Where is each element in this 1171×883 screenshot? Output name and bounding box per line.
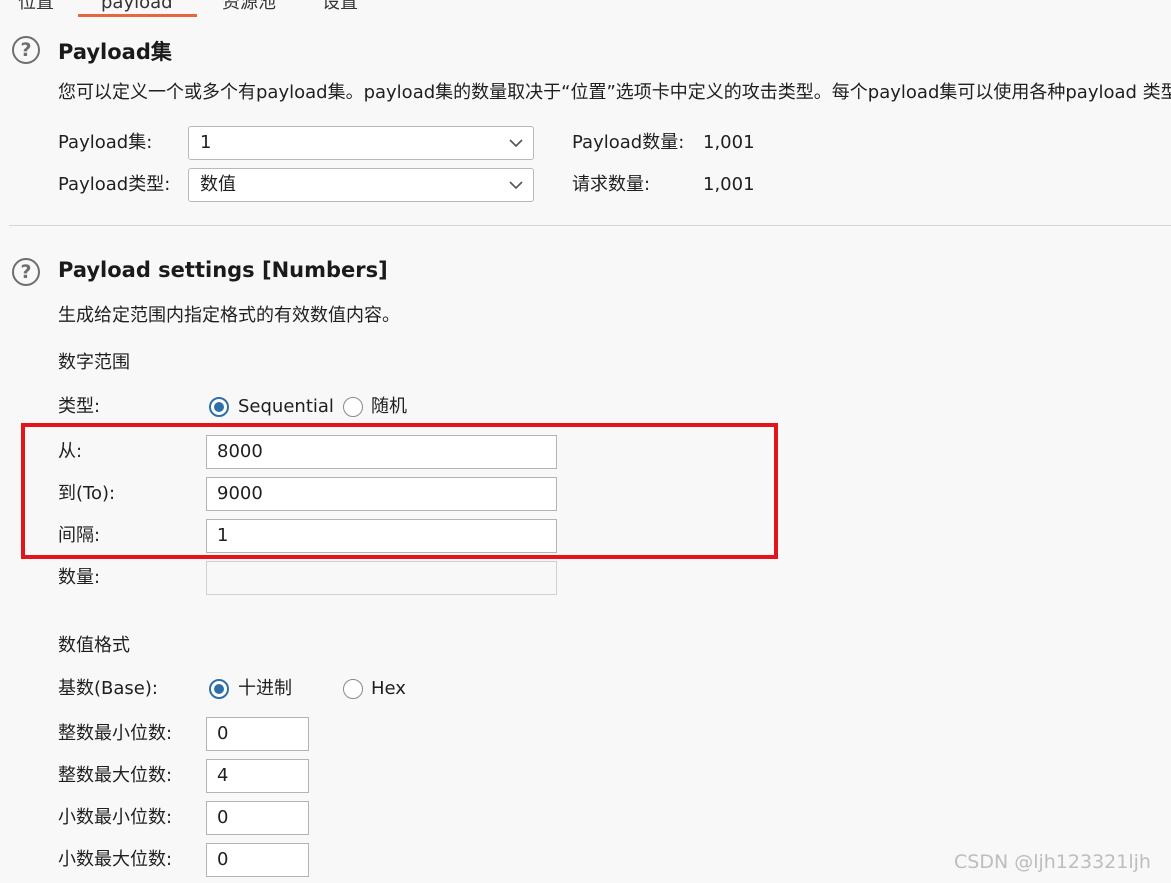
step-value: 1 (217, 525, 229, 546)
payload-type-value: 数值 (200, 174, 236, 195)
decimal-radio[interactable] (209, 679, 229, 699)
hex-radio[interactable] (343, 679, 363, 699)
step-input[interactable]: 1 (206, 519, 557, 553)
chevron-down-icon (509, 139, 523, 148)
min-fraction-digits-input[interactable]: 0 (206, 801, 309, 835)
payload-set-select[interactable]: 1 (188, 126, 534, 160)
sequential-radio-label[interactable]: Sequential (238, 395, 334, 419)
min-integer-digits-label: 整数最小位数: (58, 723, 173, 744)
payload-settings-title: Payload settings [Numbers] (58, 258, 388, 282)
help-icon[interactable]: ? (12, 258, 40, 286)
to-value: 9000 (217, 483, 263, 504)
payload-set-value: 1 (200, 132, 212, 153)
payload-count-label: Payload数量: (572, 132, 685, 153)
tab-settings[interactable]: 设置 (322, 0, 358, 16)
watermark: CSDN @ljh123321ljh (954, 851, 1151, 873)
section-divider (9, 225, 1171, 226)
payload-sets-title: Payload集 (58, 40, 172, 64)
payload-sets-description: 您可以定义一个或多个有payload集。payload集的数量取决于“位置”选项… (58, 82, 1171, 103)
max-fraction-digits-input[interactable]: 0 (206, 843, 309, 877)
payload-type-label: Payload类型: (58, 174, 171, 195)
min-fraction-digits-label: 小数最小位数: (58, 807, 173, 828)
tab-positions[interactable]: 位置 (18, 0, 54, 16)
payload-set-label: Payload集: (58, 132, 153, 153)
request-count-label: 请求数量: (572, 174, 651, 195)
chevron-down-icon (509, 181, 523, 190)
step-label: 间隔: (58, 525, 101, 546)
max-integer-digits-input[interactable]: 4 (206, 759, 309, 793)
sequential-radio[interactable] (209, 397, 229, 417)
max-integer-digits-value: 4 (217, 765, 229, 786)
hex-radio-label[interactable]: Hex (371, 677, 406, 701)
how-many-label: 数量: (58, 567, 101, 588)
payload-type-select[interactable]: 数值 (188, 168, 534, 202)
from-value: 8000 (217, 441, 263, 462)
payload-count-value: 1,001 (703, 132, 755, 153)
to-label: 到(To): (58, 483, 116, 504)
how-many-input[interactable] (206, 561, 557, 595)
base-label: 基数(Base): (58, 678, 158, 699)
from-label: 从: (58, 441, 83, 462)
from-input[interactable]: 8000 (206, 435, 557, 469)
number-range-heading: 数字范围 (58, 352, 130, 373)
min-integer-digits-input[interactable]: 0 (206, 717, 309, 751)
max-fraction-digits-value: 0 (217, 849, 229, 870)
random-radio-label[interactable]: 随机 (371, 395, 407, 419)
tab-resource-pool[interactable]: 资源池 (222, 0, 276, 16)
random-radio[interactable] (343, 397, 363, 417)
help-icon[interactable]: ? (12, 36, 40, 64)
to-input[interactable]: 9000 (206, 477, 557, 511)
request-count-value: 1,001 (703, 174, 755, 195)
min-fraction-digits-value: 0 (217, 807, 229, 828)
number-format-heading: 数值格式 (58, 635, 130, 656)
max-integer-digits-label: 整数最大位数: (58, 765, 173, 786)
min-integer-digits-value: 0 (217, 723, 229, 744)
payload-settings-description: 生成给定范围内指定格式的有效数值内容。 (58, 305, 400, 326)
max-fraction-digits-label: 小数最大位数: (58, 849, 173, 870)
decimal-radio-label[interactable]: 十进制 (238, 677, 292, 701)
active-tab-indicator (78, 14, 197, 17)
range-type-label: 类型: (58, 396, 101, 417)
